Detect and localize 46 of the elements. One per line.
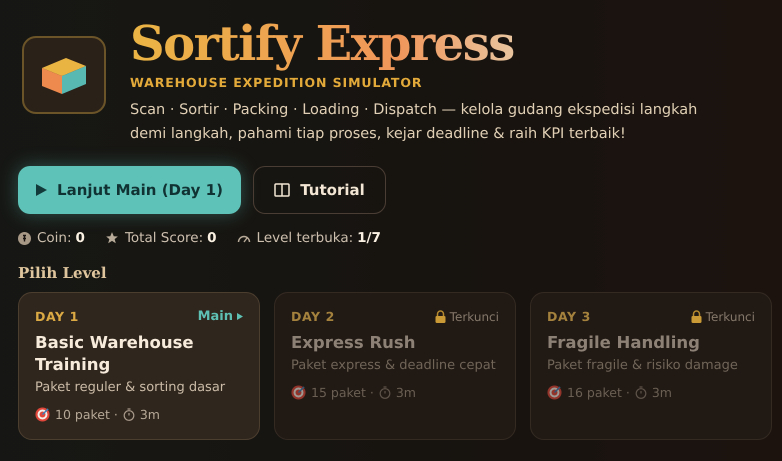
coin-icon xyxy=(18,232,31,244)
level-status: Terkunci xyxy=(706,310,755,324)
gauge-icon xyxy=(236,233,251,243)
package-count: 15 paket · xyxy=(311,385,374,400)
play-icon xyxy=(36,184,48,196)
stat-label: Level terbuka: xyxy=(256,230,354,246)
level-card[interactable]: DAY 3 Terkunci Fragile Handling Paket fragile & risiko damage 16 paket · 3m xyxy=(530,292,772,440)
level-time: 3m xyxy=(652,385,672,400)
stat-value: 1/7 xyxy=(357,230,381,246)
app-subtitle: WAREHOUSE EXPEDITION SIMULATOR xyxy=(130,75,424,90)
level-description: Paket fragile & risiko damage xyxy=(547,358,739,373)
level-time: 3m xyxy=(140,407,160,422)
stat-label: Total Score: xyxy=(124,230,204,246)
level-title: Fragile Handling xyxy=(547,332,701,354)
star-icon xyxy=(104,231,119,245)
lock-icon xyxy=(690,310,702,323)
level-description: Paket reguler & sorting dasar xyxy=(35,380,226,395)
stat-value: 0 xyxy=(76,230,85,246)
package-count: 16 paket · xyxy=(567,385,630,400)
day-label: DAY 2 xyxy=(291,309,335,324)
stopwatch-icon xyxy=(378,386,391,399)
level-title: Basic Warehouse Training xyxy=(35,332,195,376)
continue-button[interactable]: Lanjut Main (Day 1) xyxy=(18,166,241,214)
tutorial-button[interactable]: Tutorial xyxy=(253,166,386,214)
day-label: DAY 3 xyxy=(547,309,591,324)
target-icon xyxy=(547,385,562,400)
play-icon xyxy=(237,313,243,320)
level-title: Express Rush xyxy=(291,332,416,354)
target-icon xyxy=(35,407,50,422)
stat-value: 0 xyxy=(207,230,217,246)
app-description: Scan · Sortir · Packing · Loading · Dispatch — kelola gudang ekspedisi langkah demi langkah, pahami tiap proses, kejar deadline & raih KPI terbaik! xyxy=(130,101,698,144)
lock-icon xyxy=(434,310,446,323)
level-card[interactable]: DAY 1 Main Basic Warehouse Training Paket reguler & sorting dasar 10 paket · 3m xyxy=(18,292,260,440)
target-icon xyxy=(291,385,306,400)
section-title: Pilih Level xyxy=(18,264,108,282)
level-status: Terkunci xyxy=(450,310,499,324)
stopwatch-icon xyxy=(122,408,135,421)
level-status: Main xyxy=(198,309,233,324)
stat-label: Coin: xyxy=(37,230,72,246)
day-label: DAY 1 xyxy=(35,309,79,324)
level-card[interactable]: DAY 2 Terkunci Express Rush Paket express & deadline cepat 15 paket · 3m xyxy=(274,292,516,440)
book-icon xyxy=(274,182,290,198)
level-description: Paket express & deadline cepat xyxy=(291,358,497,373)
level-time: 3m xyxy=(396,385,416,400)
package-count: 10 paket · xyxy=(55,407,118,422)
stopwatch-icon xyxy=(634,386,647,399)
